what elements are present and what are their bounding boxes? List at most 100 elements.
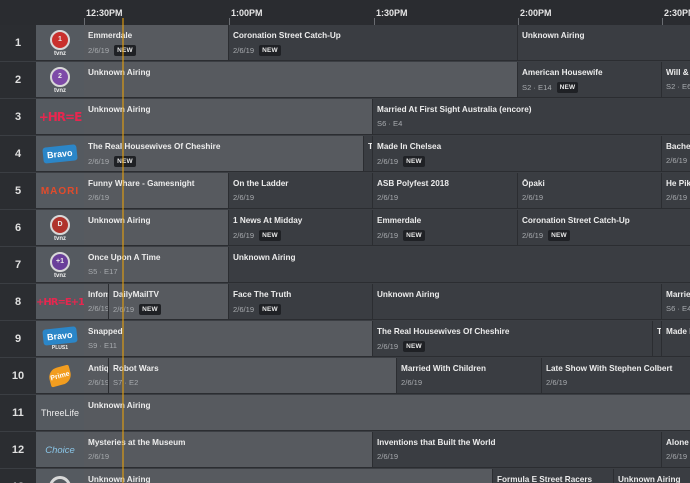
- channel-logo[interactable]: Bravo PLUS1: [36, 321, 84, 356]
- channel-logo-icon: Bravo: [42, 144, 78, 164]
- new-badge: NEW: [139, 304, 161, 315]
- channel-row: 2 2 tvnz Unknown Airing American Housewife S2…: [0, 62, 690, 98]
- program-title: He Pikitia: [666, 179, 690, 188]
- program-title: Formula E Street Racers: [497, 475, 593, 483]
- channel-logo-text: tvnz: [54, 87, 66, 94]
- program-cell[interactable]: The Real Housewives Of Cheshire 2/6/19 NEW: [84, 136, 364, 171]
- channel-logo-icon: Prime: [47, 364, 73, 388]
- program-date: 2/6/19: [88, 452, 110, 461]
- program-cell[interactable]: Made In Chelsea 2/6/19 NEW: [373, 136, 662, 171]
- program-cell[interactable]: Face The Truth 2/6/19 NEW: [229, 284, 373, 319]
- program-cell[interactable]: DailyMailTV 2/6/19 NEW: [109, 284, 229, 319]
- program-date: 2/6/19: [377, 231, 399, 240]
- program-title: Inventions that Built the World: [377, 438, 496, 447]
- program-cell[interactable]: Ōpaki 2/6/19: [518, 173, 662, 208]
- program-cell[interactable]: Unknown Airing: [373, 284, 662, 319]
- program-cell[interactable]: On the Ladder 2/6/19: [229, 173, 373, 208]
- program-cell[interactable]: Late Show With Stephen Colbert 2/6/19: [542, 358, 690, 393]
- program-cell[interactable]: Funny Whare - Gamesnight 2/6/19: [84, 173, 229, 208]
- channel-logo-icon: 1 tvnz: [50, 29, 70, 57]
- program-cell[interactable]: Once Upon A Time S5 · E17: [84, 247, 229, 282]
- program-cell[interactable]: Made In Chelsea: [662, 321, 690, 356]
- channel-logo[interactable]: MAORI: [36, 173, 84, 208]
- program-cell[interactable]: The Real Housewives Of Cheshire 2/6/19 NEW: [373, 321, 653, 356]
- channel-logo[interactable]: 2 tvnz: [36, 62, 84, 97]
- channel-number: 9: [0, 321, 36, 356]
- program-cell[interactable]: Inventions that Built the World 2/6/19: [373, 432, 662, 467]
- channel-logo[interactable]: [36, 469, 84, 483]
- channel-logo[interactable]: +HR=E: [36, 99, 84, 134]
- program-cell[interactable]: He Pikitia 2/6/19: [662, 173, 690, 208]
- channel-row: 12 Choice Mysteries at the Museum 2/6/19 Inv…: [0, 432, 690, 468]
- channel-logo[interactable]: Choice: [36, 432, 84, 467]
- program-date: 2/6/19: [377, 452, 399, 461]
- program-cell[interactable]: The Real Housewives Of Cheshire: [364, 136, 373, 171]
- program-title: Bachelor in Paradise: [666, 142, 690, 151]
- program-cell[interactable]: Bachelor in Paradise 2/6/19: [662, 136, 690, 171]
- new-badge: NEW: [403, 230, 425, 241]
- program-meta: S7 · E2: [113, 378, 396, 387]
- program-title: Infomercials: [88, 290, 108, 299]
- program-cell[interactable]: Snapped S9 · E11: [84, 321, 373, 356]
- program-meta: 2/6/19: [377, 193, 517, 202]
- program-date: S6 · E4: [377, 119, 403, 128]
- channel-logo[interactable]: +1 tvnz: [36, 247, 84, 282]
- program-cell[interactable]: Unknown Airing: [84, 395, 690, 430]
- program-cell[interactable]: Antiques Roadshow 2/6/19: [84, 358, 109, 393]
- program-meta: 2/6/19 NEW: [113, 304, 228, 315]
- program-cell[interactable]: Infomercials 2/6/19: [84, 284, 109, 319]
- program-cell[interactable]: The Real Housewives Of Cheshire: [653, 321, 662, 356]
- program-meta: 2/6/19 NEW: [88, 156, 363, 167]
- channel-logo[interactable]: Prime: [36, 358, 84, 393]
- program-cell[interactable]: Unknown Airing: [84, 210, 229, 245]
- program-meta: 2/6/19: [666, 452, 690, 461]
- new-badge: NEW: [403, 341, 425, 352]
- program-meta: 2/6/19 NEW: [233, 230, 372, 241]
- program-cell[interactable]: Formula E Street Racers: [493, 469, 614, 483]
- program-cell[interactable]: Married At First Sight Australia S6 · E4: [662, 284, 690, 319]
- time-label: 2:00PM: [520, 8, 552, 18]
- program-cell[interactable]: American Housewife S2 · E14 NEW: [518, 62, 662, 97]
- program-title: Made In Chelsea: [666, 327, 690, 336]
- channel-logo[interactable]: +HR=E+1: [36, 284, 84, 319]
- program-cell[interactable]: Will & Grace S2 · E6: [662, 62, 690, 97]
- program-date: 2/6/19: [546, 378, 568, 387]
- time-tick: [229, 18, 230, 25]
- program-cell[interactable]: Unknown Airing: [84, 469, 493, 483]
- program-meta: S9 · E11: [88, 341, 372, 350]
- program-cell[interactable]: Married At First Sight Australia (encore…: [373, 99, 690, 134]
- program-cell[interactable]: 1 News At Midday 2/6/19 NEW: [229, 210, 373, 245]
- program-title: Married At First Sight Australia: [666, 290, 690, 299]
- program-cell[interactable]: Married With Children 2/6/19: [397, 358, 542, 393]
- program-cell[interactable]: Unknown Airing: [84, 62, 518, 97]
- channel-logo[interactable]: 1 tvnz: [36, 25, 84, 60]
- program-cell[interactable]: Coronation Street Catch-Up 2/6/19 NEW: [229, 25, 518, 60]
- channel-logo[interactable]: Bravo: [36, 136, 84, 171]
- channel-logo-text: Bravo: [42, 325, 78, 346]
- program-cell[interactable]: ASB Polyfest 2018 2/6/19: [373, 173, 518, 208]
- program-cell[interactable]: Robot Wars S7 · E2: [109, 358, 397, 393]
- program-cell[interactable]: Emmerdale 2/6/19 NEW: [373, 210, 518, 245]
- program-meta: 2/6/19 NEW: [233, 45, 517, 56]
- program-date: 2/6/19: [233, 193, 255, 202]
- program-cell[interactable]: Unknown Airing: [614, 469, 690, 483]
- program-cell[interactable]: Coronation Street Catch-Up 2/6/19 NEW: [518, 210, 690, 245]
- channel-number: 5: [0, 173, 36, 208]
- program-meta: 2/6/19 NEW: [377, 341, 652, 352]
- program-title: The Real Housewives Of Cheshire: [88, 142, 221, 151]
- channel-row: 9 Bravo PLUS1 Snapped S9 · E11 The Real House…: [0, 321, 690, 357]
- program-date: S7 · E2: [113, 378, 139, 387]
- program-title: Unknown Airing: [522, 31, 585, 40]
- channel-logo[interactable]: ThreeLife: [36, 395, 84, 430]
- program-cell[interactable]: Mysteries at the Museum 2/6/19: [84, 432, 373, 467]
- program-title: Married With Children: [401, 364, 486, 373]
- program-cell[interactable]: Unknown Airing: [518, 25, 690, 60]
- program-title: Unknown Airing: [88, 68, 151, 77]
- channel-logo[interactable]: Dtvnz: [36, 210, 84, 245]
- program-cell[interactable]: Unknown Airing: [229, 247, 690, 282]
- channel-logo-mark: +1: [50, 251, 70, 272]
- program-cell[interactable]: Alone 2/6/19: [662, 432, 690, 467]
- program-cell[interactable]: Unknown Airing: [84, 99, 373, 134]
- program-cell[interactable]: Emmerdale 2/6/19 NEW: [84, 25, 229, 60]
- channel-row: 13 Unknown Airing Formula E Street Racers U…: [0, 469, 690, 483]
